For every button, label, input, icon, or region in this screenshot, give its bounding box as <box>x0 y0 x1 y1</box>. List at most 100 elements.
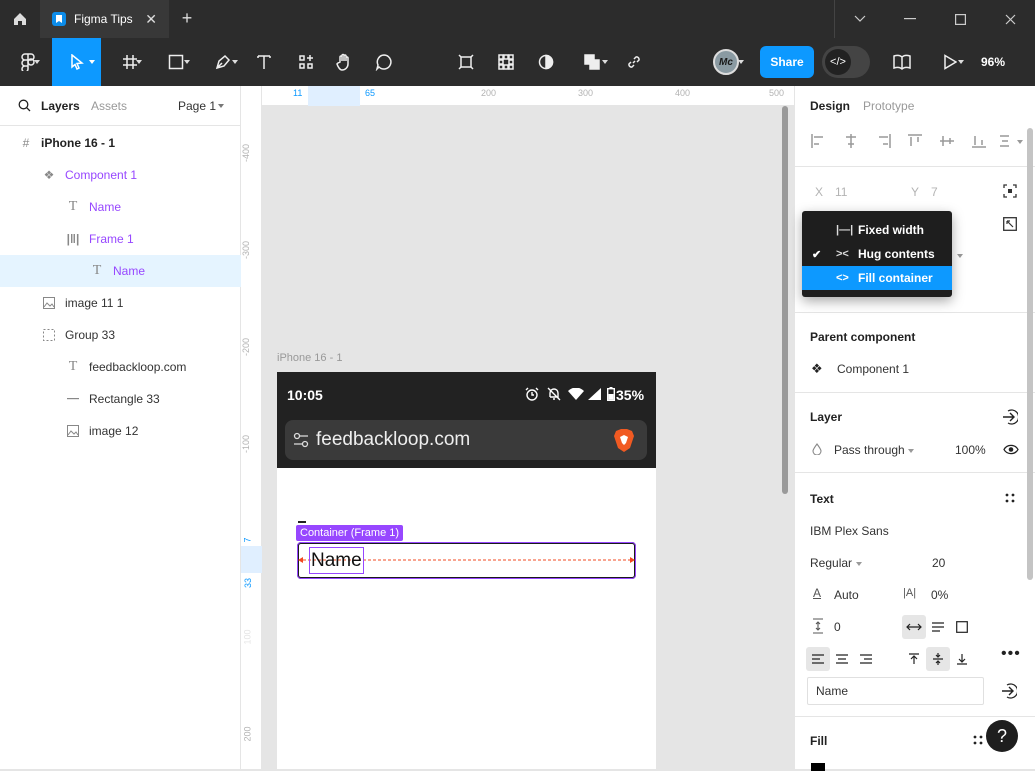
file-tab[interactable]: Figma Tips ✕ <box>40 0 169 38</box>
layer-rectangle-33[interactable]: Rectangle 33 <box>0 383 241 415</box>
letter-spacing-input[interactable]: 0% <box>931 588 948 602</box>
layer-label: Name <box>89 200 122 214</box>
text-align-left-button[interactable] <box>806 647 830 671</box>
minimize-icon[interactable] <box>885 0 935 38</box>
layer-feedbackloop-text[interactable]: T feedbackloop.com <box>0 351 241 383</box>
contrast-icon[interactable] <box>532 38 560 86</box>
fixed-size-button[interactable] <box>950 615 974 639</box>
component-outline-icon[interactable] <box>452 38 480 86</box>
page-selector[interactable]: Page 1 <box>178 99 216 113</box>
layer-image-11-1[interactable]: image 11 1 <box>0 287 241 319</box>
go-to-main-icon[interactable] <box>1002 409 1018 425</box>
x-value-input[interactable]: 11 <box>835 185 847 199</box>
align-right-icon[interactable] <box>875 134 891 148</box>
tab-design[interactable]: Design <box>810 99 850 113</box>
fill-styles-icon[interactable] <box>973 735 983 745</box>
font-family-dropdown[interactable]: IBM Plex Sans <box>810 524 889 538</box>
layer-group-33[interactable]: Group 33 <box>0 319 241 351</box>
layer-component-1[interactable]: ❖ Component 1 <box>0 159 241 191</box>
text-tool-icon[interactable] <box>250 38 278 86</box>
align-top-icon[interactable] <box>907 134 923 148</box>
frame-tool-icon[interactable] <box>112 38 148 86</box>
align-center-v-icon[interactable] <box>939 134 955 148</box>
menu-item-fixed-width[interactable]: |—| Fixed width <box>802 218 952 242</box>
layer-iphone-16-1[interactable]: # iPhone 16 - 1 <box>0 127 241 159</box>
zoom-dropdown[interactable]: 96% <box>981 55 1005 69</box>
align-bottom-icon[interactable] <box>971 134 987 148</box>
present-icon[interactable] <box>932 38 968 86</box>
apply-variable-icon[interactable] <box>1001 683 1017 699</box>
avatar[interactable]: Mc <box>702 38 750 86</box>
plus-icon[interactable]: + <box>176 8 198 29</box>
hand-tool-icon[interactable] <box>330 38 358 86</box>
layer-image-12[interactable]: image 12 <box>0 415 241 447</box>
window-close-icon[interactable] <box>985 0 1035 38</box>
frame-label[interactable]: iPhone 16 - 1 <box>277 352 342 364</box>
iphone-frame[interactable]: 10:05 35% feedbackloop.com Container (Fr… <box>277 372 656 769</box>
text-align-right-button[interactable] <box>854 647 878 671</box>
tab-assets[interactable]: Assets <box>91 99 127 113</box>
share-button[interactable]: Share <box>760 46 814 78</box>
auto-width-button[interactable] <box>902 615 926 639</box>
more-options-icon[interactable]: ••• <box>1001 645 1021 663</box>
layer-name-text[interactable]: T Name <box>0 191 241 223</box>
chevron-down-icon[interactable] <box>835 0 885 38</box>
tab-prototype[interactable]: Prototype <box>863 99 914 113</box>
distribute-chevron-icon[interactable] <box>1017 140 1023 144</box>
blend-mode-dropdown[interactable]: Pass through <box>834 443 905 457</box>
shape-tool-icon[interactable] <box>158 38 194 86</box>
line-height-input[interactable]: Auto <box>834 588 859 602</box>
name-text-layer[interactable]: Name <box>309 547 364 574</box>
align-top-text-button[interactable] <box>902 647 926 671</box>
search-icon[interactable] <box>18 99 31 112</box>
move-tool[interactable] <box>52 38 101 86</box>
help-button[interactable]: ? <box>986 720 1018 752</box>
opacity-input[interactable]: 100% <box>955 443 986 457</box>
text-align-center-button[interactable] <box>830 647 854 671</box>
library-icon[interactable] <box>888 38 916 86</box>
menu-item-fill-container[interactable]: <> Fill container <box>802 266 952 290</box>
parent-component-name[interactable]: Component 1 <box>837 362 909 376</box>
dev-mode-toggle[interactable]: </> <box>822 46 870 78</box>
layer-name-text-selected[interactable]: T Name <box>0 255 241 287</box>
resources-icon[interactable] <box>292 38 320 86</box>
close-icon[interactable]: ✕ <box>145 11 157 28</box>
width-chevron-icon[interactable] <box>957 254 963 258</box>
eye-icon[interactable] <box>1003 444 1019 455</box>
align-center-h-icon[interactable] <box>843 134 859 148</box>
main-menu-icon[interactable] <box>10 38 46 86</box>
tab-layers[interactable]: Layers <box>41 99 80 113</box>
constraints-icon[interactable] <box>1003 184 1017 198</box>
weight-chevron-icon[interactable] <box>856 562 862 566</box>
text-content-input[interactable]: Name <box>807 677 984 705</box>
comment-tool-icon[interactable] <box>370 38 398 86</box>
font-weight-dropdown[interactable]: Regular <box>810 556 852 570</box>
panel-scrollbar[interactable] <box>1027 128 1033 580</box>
resize-to-fit-icon[interactable] <box>1003 217 1017 231</box>
link-icon[interactable] <box>620 38 648 86</box>
pen-tool-icon[interactable] <box>205 38 241 86</box>
canvas-scrollbar[interactable] <box>782 106 788 494</box>
layer-frame-1[interactable]: |‖| Frame 1 <box>0 223 241 255</box>
align-bottom-text-button[interactable] <box>950 647 974 671</box>
text-styles-icon[interactable] <box>1005 493 1015 503</box>
menu-item-hug-contents[interactable]: ✔ >< Hug contents <box>802 242 952 266</box>
align-middle-text-button[interactable] <box>926 647 950 671</box>
page-chevron-icon[interactable] <box>218 104 224 108</box>
align-left-icon[interactable] <box>811 134 827 148</box>
blend-chevron-icon[interactable] <box>908 449 914 453</box>
fill-swatch[interactable] <box>811 763 825 771</box>
container-frame[interactable]: Name <box>297 542 636 579</box>
auto-height-button[interactable] <box>926 615 950 639</box>
distribute-icon[interactable] <box>999 134 1015 148</box>
font-size-input[interactable]: 20 <box>932 556 945 570</box>
home-icon[interactable] <box>0 0 40 38</box>
paragraph-spacing-input[interactable]: 0 <box>834 620 841 634</box>
canvas[interactable]: iPhone 16 - 1 10:05 35% feedbackloop.com… <box>262 106 794 769</box>
maximize-icon[interactable] <box>935 0 985 38</box>
y-value-input[interactable]: 7 <box>931 185 938 199</box>
frame-icon: # <box>22 136 30 150</box>
boolean-icon[interactable] <box>574 38 610 86</box>
ruler-label: 7 <box>242 537 253 543</box>
grid-icon[interactable] <box>492 38 520 86</box>
